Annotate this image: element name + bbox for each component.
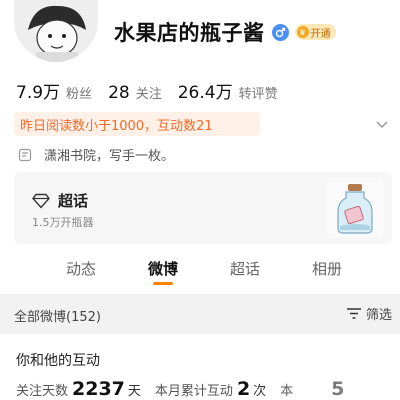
interaction-unit: 天 bbox=[127, 384, 141, 399]
active-tab-indicator bbox=[153, 282, 173, 285]
avatar-illustration bbox=[14, 0, 98, 62]
male-icon bbox=[271, 23, 289, 41]
interaction-value: 2237 bbox=[72, 378, 125, 400]
bio-text: 潇湘书院，写手一枚。 bbox=[44, 149, 175, 164]
interaction-title: 你和他的互动 bbox=[16, 353, 100, 369]
diamond-icon bbox=[32, 193, 50, 209]
interaction-label: 关注天数 bbox=[16, 384, 69, 399]
feed-header: 全部微博(152) 筛选 bbox=[0, 294, 400, 334]
stat-engagement[interactable]: 26.4万 转评赞 bbox=[178, 78, 278, 103]
stat-value: 28 bbox=[108, 83, 130, 103]
filter-button[interactable]: 筛选 bbox=[346, 304, 392, 323]
nickname: 水果店的瓶子酱 bbox=[114, 21, 265, 45]
supertopic-title-row: 超话 bbox=[32, 190, 88, 211]
profile-stats: 7.9万 粉丝 28 关注 26.4万 转评赞 bbox=[16, 78, 294, 103]
supertopic-card[interactable]: 超话 1.5万开瓶器 bbox=[14, 172, 392, 244]
supertopic-subtitle: 1.5万开瓶器 bbox=[32, 216, 94, 229]
vip-label: 开通 bbox=[310, 28, 331, 40]
stat-label: 关注 bbox=[135, 87, 162, 102]
stat-value: 7.9万 bbox=[16, 83, 61, 103]
bio-row: 潇湘书院，写手一枚。 bbox=[18, 145, 174, 164]
tab-supertopic[interactable]: 超话 bbox=[230, 258, 260, 279]
stat-label: 粉丝 bbox=[66, 87, 93, 102]
vip-crown-icon: ♛ bbox=[296, 26, 309, 38]
interaction-unit: 次 bbox=[253, 384, 267, 399]
bottle-thumbnail bbox=[326, 178, 384, 238]
all-weibo-label[interactable]: 全部微博(152) bbox=[14, 306, 101, 325]
chevron-down-icon[interactable] bbox=[374, 116, 390, 132]
stat-value: 26.4万 bbox=[177, 83, 233, 103]
notice-text: 昨日阅读数小于1000，互动数21 bbox=[20, 118, 213, 134]
interaction-value: 2 bbox=[236, 378, 251, 400]
tab-dongtai[interactable]: 动态 bbox=[66, 258, 96, 279]
stat-fans[interactable]: 7.9万 粉丝 bbox=[16, 78, 92, 103]
fade-overlay bbox=[280, 372, 400, 400]
info-doc-icon bbox=[18, 148, 32, 161]
nickname-row: 水果店的瓶子酱 ♛ 开通 bbox=[114, 18, 336, 46]
avatar[interactable] bbox=[14, 0, 98, 62]
profile-tabs: 动态 微博 超话 相册 bbox=[0, 248, 400, 290]
reading-notice[interactable]: 昨日阅读数小于1000，互动数21 bbox=[14, 112, 260, 136]
tab-weibo[interactable]: 微博 bbox=[148, 258, 178, 279]
stat-label: 转评赞 bbox=[238, 87, 278, 102]
vip-open-button[interactable]: ♛ 开通 bbox=[294, 24, 336, 40]
tab-album[interactable]: 相册 bbox=[312, 258, 342, 279]
filter-label: 筛选 bbox=[365, 308, 392, 323]
interaction-label: 本月累计互动 bbox=[154, 384, 233, 399]
supertopic-title: 超话 bbox=[58, 192, 89, 210]
stat-following[interactable]: 28 关注 bbox=[108, 83, 162, 103]
filter-icon bbox=[346, 307, 361, 319]
